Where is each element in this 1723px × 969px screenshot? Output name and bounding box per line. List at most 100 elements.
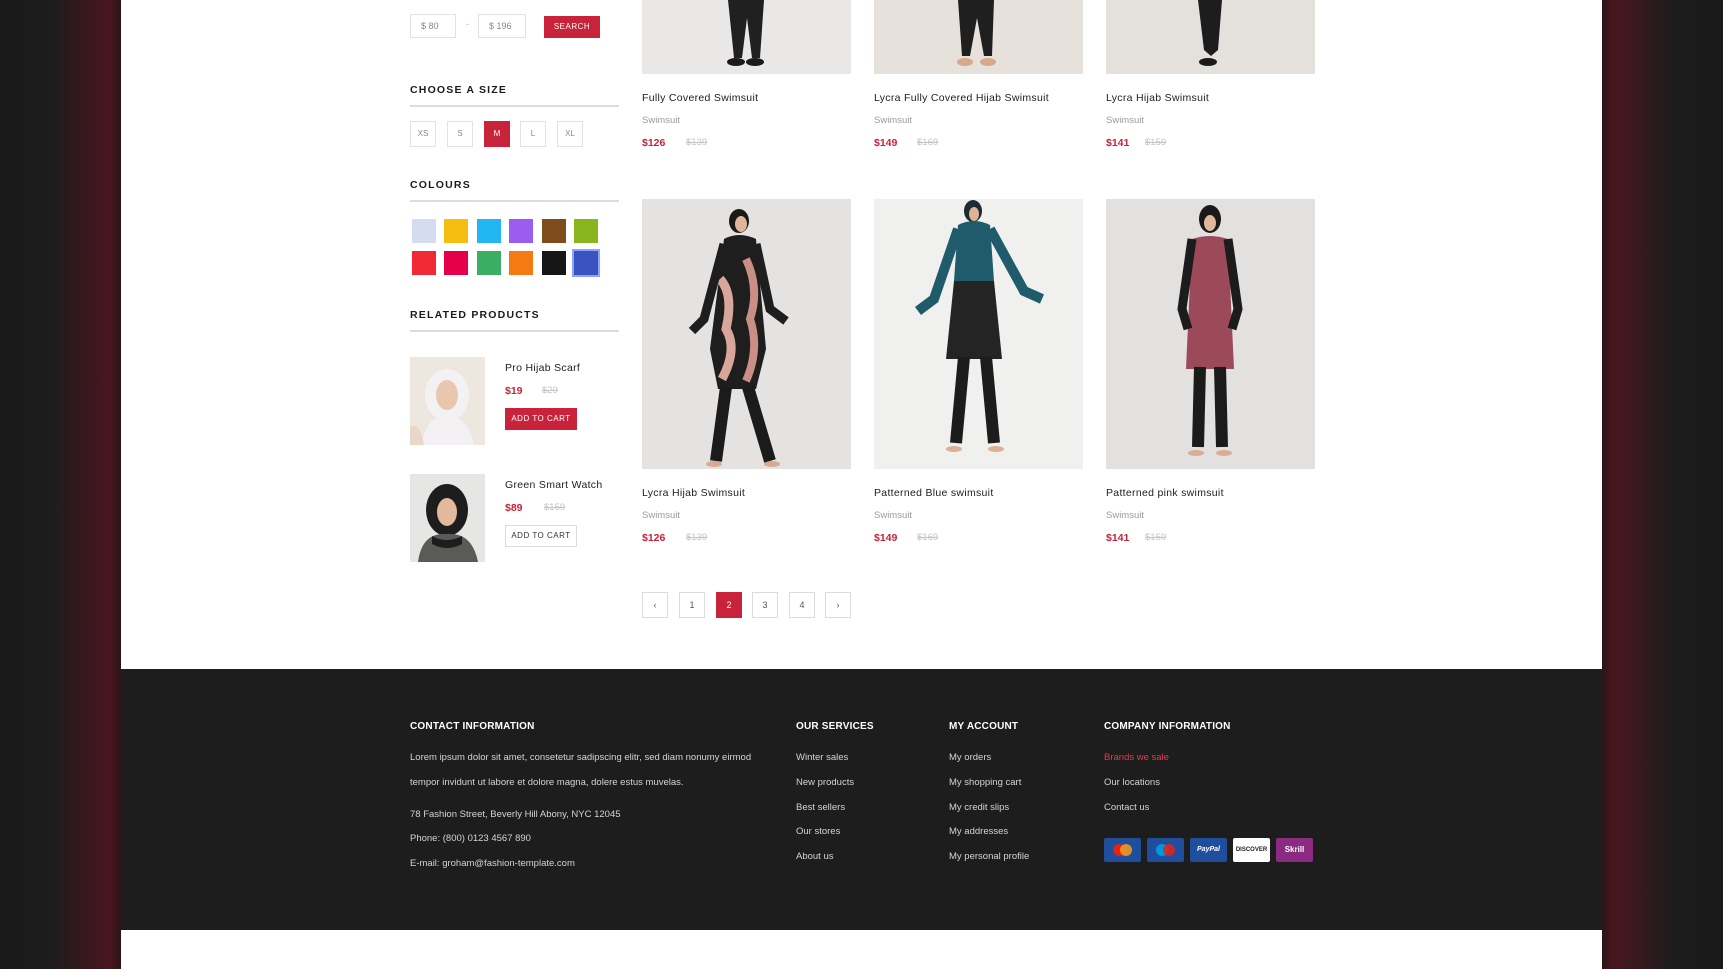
related-product-image[interactable]: [410, 357, 485, 445]
footer-link[interactable]: Our locations: [1104, 777, 1160, 788]
maestro-icon: [1147, 838, 1184, 862]
footer-link[interactable]: Contact us: [1104, 802, 1149, 813]
pagination-page[interactable]: 1: [679, 592, 705, 618]
product-old-price: $159: [1145, 532, 1167, 543]
hijab-watch-photo: [410, 474, 485, 562]
size-heading: CHOOSE A SIZE: [410, 84, 508, 96]
price-min-input[interactable]: $ 80: [410, 14, 456, 38]
related-product-name[interactable]: Green Smart Watch: [505, 479, 603, 491]
price-range-dash: -: [466, 19, 469, 29]
product-image[interactable]: [1106, 199, 1315, 469]
swimsuit-photo: [642, 0, 851, 74]
footer-link[interactable]: About us: [796, 851, 834, 862]
pagination-prev-button[interactable]: ‹: [642, 592, 668, 618]
colour-swatch[interactable]: [509, 251, 534, 275]
product-name[interactable]: Patterned pink swimsuit: [1106, 487, 1224, 499]
swimsuit-photo: [1106, 0, 1315, 74]
colour-swatch[interactable]: [476, 251, 501, 275]
footer-link[interactable]: Winter sales: [796, 752, 848, 763]
colour-swatch[interactable]: [572, 249, 600, 277]
company-heading: COMPANY INFORMATION: [1104, 721, 1231, 732]
footer-link[interactable]: Best sellers: [796, 802, 845, 813]
product-name[interactable]: Lycra Hijab Swimsuit: [1106, 92, 1209, 104]
footer-link-highlight[interactable]: Brands we sale: [1104, 752, 1169, 763]
product-old-price: $169: [917, 137, 939, 148]
footer-link[interactable]: My personal profile: [949, 851, 1029, 862]
related-heading: RELATED PRODUCTS: [410, 309, 540, 321]
price-search-button[interactable]: SEARCH: [544, 16, 600, 38]
size-option-s[interactable]: S: [447, 121, 473, 147]
product-price: $126: [642, 532, 666, 544]
product-old-price: $159: [1145, 137, 1167, 148]
product-category: Swimsuit: [642, 510, 681, 521]
product-category: Swimsuit: [1106, 510, 1145, 521]
related-product-name[interactable]: Pro Hijab Scarf: [505, 362, 580, 374]
product-price: $141: [1106, 532, 1130, 544]
contact-email[interactable]: E-mail: groham@fashion-template.com: [410, 858, 575, 869]
product-category: Swimsuit: [642, 115, 681, 126]
patterned-blue-swimsuit-photo: [874, 199, 1083, 469]
services-heading: OUR SERVICES: [796, 721, 874, 732]
related-divider: [410, 330, 619, 332]
size-option-l[interactable]: L: [520, 121, 546, 147]
swimsuit-photo: [874, 0, 1083, 74]
pagination-next-button[interactable]: ›: [825, 592, 851, 618]
size-option-xs[interactable]: XS: [410, 121, 436, 147]
patterned-pink-swimsuit-photo: [1106, 199, 1315, 469]
paypal-icon: PayPal: [1190, 838, 1227, 862]
colour-swatch[interactable]: [574, 219, 598, 243]
contact-text-line: tempor invidunt ut labore et dolore magn…: [410, 777, 684, 788]
size-option-xl[interactable]: XL: [557, 121, 583, 147]
colour-swatch[interactable]: [444, 251, 469, 275]
product-old-price: $169: [917, 532, 939, 543]
related-product-price: $89: [505, 502, 523, 514]
related-product-image[interactable]: [410, 474, 485, 562]
size-divider: [410, 105, 619, 107]
product-old-price: $139: [686, 532, 708, 543]
footer-link[interactable]: New products: [796, 777, 854, 788]
colour-swatch[interactable]: [509, 219, 534, 243]
footer-link[interactable]: My addresses: [949, 826, 1008, 837]
discover-icon: DISCOVER: [1233, 838, 1270, 862]
product-old-price: $139: [686, 137, 708, 148]
product-category: Swimsuit: [1106, 115, 1145, 126]
price-max-input[interactable]: $ 196: [478, 14, 526, 38]
product-image[interactable]: [642, 0, 851, 74]
colour-swatch[interactable]: [476, 219, 501, 243]
pagination-page[interactable]: 4: [789, 592, 815, 618]
product-image[interactable]: [642, 199, 851, 469]
product-image[interactable]: [874, 199, 1083, 469]
pagination-page-current[interactable]: 2: [716, 592, 742, 618]
product-price: $126: [642, 137, 666, 149]
footer-link[interactable]: Our stores: [796, 826, 840, 837]
colour-swatch[interactable]: [541, 219, 566, 243]
product-name[interactable]: Lycra Hijab Swimsuit: [642, 487, 745, 499]
related-product-old-price: $159: [544, 502, 566, 513]
colour-swatch[interactable]: [541, 251, 566, 275]
related-product-old-price: $29: [542, 385, 558, 396]
colours-divider: [410, 200, 619, 202]
product-image[interactable]: [1106, 0, 1315, 74]
contact-address: 78 Fashion Street, Beverly Hill Abony, N…: [410, 809, 621, 820]
product-name[interactable]: Patterned Blue swimsuit: [874, 487, 994, 499]
size-option-m[interactable]: M: [484, 121, 510, 147]
add-to-cart-button[interactable]: ADD TO CART: [505, 408, 577, 430]
colour-swatch[interactable]: [444, 219, 469, 243]
product-category: Swimsuit: [874, 510, 913, 521]
chevron-right-icon: ›: [836, 600, 840, 610]
footer-link[interactable]: My orders: [949, 752, 991, 763]
page: $ 80 - $ 196 SEARCH CHOOSE A SIZE XS S M…: [121, 0, 1602, 969]
colour-swatch[interactable]: [412, 251, 436, 275]
skrill-icon: Skrill: [1276, 838, 1313, 862]
product-price: $149: [874, 137, 898, 149]
footer-link[interactable]: My shopping cart: [949, 777, 1021, 788]
product-name[interactable]: Lycra Fully Covered Hijab Swimsuit: [874, 92, 1049, 104]
footer-bottom-bar: [121, 930, 1602, 969]
add-to-cart-button[interactable]: ADD TO CART: [505, 525, 577, 547]
product-name[interactable]: Fully Covered Swimsuit: [642, 92, 758, 104]
footer-link[interactable]: My credit slips: [949, 802, 1009, 813]
product-image[interactable]: [874, 0, 1083, 74]
colour-swatch[interactable]: [412, 219, 436, 243]
related-product-price: $19: [505, 385, 523, 397]
pagination-page[interactable]: 3: [752, 592, 778, 618]
